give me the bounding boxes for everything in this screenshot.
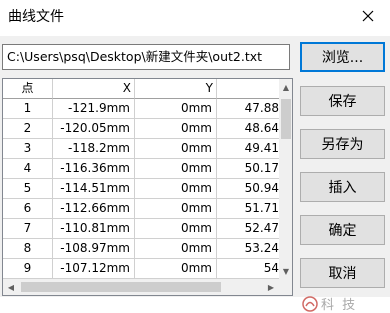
z-cell[interactable]: 50.17: [217, 159, 279, 179]
x-cell[interactable]: -107.12mm: [53, 259, 135, 279]
dialog-body: C:\Users\psq\Desktop\新建文件夹\out2.txt 浏览..…: [0, 36, 390, 313]
z-cell[interactable]: 52.47: [217, 219, 279, 239]
x-cell[interactable]: -112.66mm: [53, 199, 135, 219]
y-cell[interactable]: 0mm: [135, 179, 217, 199]
point-index-cell[interactable]: 8: [3, 239, 53, 259]
table-row[interactable]: 5 -114.51mm 0mm 50.94: [3, 179, 279, 199]
x-cell[interactable]: -116.36mm: [53, 159, 135, 179]
column-header-y[interactable]: Y: [135, 79, 217, 99]
table-row[interactable]: 3 -118.2mm 0mm 49.41: [3, 139, 279, 159]
scroll-up-icon[interactable]: ▲: [279, 79, 292, 95]
horizontal-scroll-thumb[interactable]: [21, 282, 221, 292]
grid-header: 点 X Y: [3, 79, 279, 99]
x-cell[interactable]: -121.9mm: [53, 99, 135, 119]
vertical-scrollbar[interactable]: ▲ ▼: [279, 79, 292, 279]
save-as-button[interactable]: 另存为: [300, 129, 385, 159]
scroll-right-icon[interactable]: ▶: [263, 279, 279, 295]
scroll-corner: [279, 279, 292, 295]
x-cell[interactable]: -110.81mm: [53, 219, 135, 239]
z-cell[interactable]: 54: [217, 259, 279, 279]
title-bar: 曲线文件: [0, 0, 390, 36]
ok-button[interactable]: 确定: [300, 215, 385, 245]
point-index-cell[interactable]: 9: [3, 259, 53, 279]
column-header-x[interactable]: X: [53, 79, 135, 99]
table-row[interactable]: 1 -121.9mm 0mm 47.88: [3, 99, 279, 119]
y-cell[interactable]: 0mm: [135, 119, 217, 139]
point-index-cell[interactable]: 1: [3, 99, 53, 119]
point-index-cell[interactable]: 4: [3, 159, 53, 179]
x-cell[interactable]: -118.2mm: [53, 139, 135, 159]
table-row[interactable]: 9 -107.12mm 0mm 54: [3, 259, 279, 279]
close-button[interactable]: [346, 0, 390, 32]
point-index-cell[interactable]: 3: [3, 139, 53, 159]
x-cell[interactable]: -114.51mm: [53, 179, 135, 199]
z-cell[interactable]: 47.88: [217, 99, 279, 119]
x-cell[interactable]: -108.97mm: [53, 239, 135, 259]
close-icon: [362, 10, 374, 22]
y-cell[interactable]: 0mm: [135, 139, 217, 159]
y-cell[interactable]: 0mm: [135, 99, 217, 119]
watermark-logo-icon: [302, 295, 318, 312]
file-path-field[interactable]: C:\Users\psq\Desktop\新建文件夹\out2.txt: [2, 44, 290, 70]
y-cell[interactable]: 0mm: [135, 219, 217, 239]
browse-button[interactable]: 浏览...: [300, 42, 385, 72]
x-cell[interactable]: -120.05mm: [53, 119, 135, 139]
z-cell[interactable]: 49.41: [217, 139, 279, 159]
z-cell[interactable]: 50.94: [217, 179, 279, 199]
y-cell[interactable]: 0mm: [135, 259, 217, 279]
z-cell[interactable]: 53.24: [217, 239, 279, 259]
point-index-cell[interactable]: 5: [3, 179, 53, 199]
y-cell[interactable]: 0mm: [135, 199, 217, 219]
window-title: 曲线文件: [8, 9, 64, 25]
table-row[interactable]: 4 -116.36mm 0mm 50.17: [3, 159, 279, 179]
column-header-point[interactable]: 点: [3, 79, 53, 99]
y-cell[interactable]: 0mm: [135, 239, 217, 259]
insert-button[interactable]: 插入: [300, 172, 385, 202]
table-row[interactable]: 6 -112.66mm 0mm 51.71: [3, 199, 279, 219]
points-grid[interactable]: 点 X Y 1 -121.9mm 0mm 47.88 2 -120.05mm 0mm 48.6…: [2, 78, 293, 296]
cancel-button[interactable]: 取消: [300, 258, 385, 288]
vertical-scroll-thumb[interactable]: [281, 99, 291, 139]
table-row[interactable]: 7 -110.81mm 0mm 52.47: [3, 219, 279, 239]
horizontal-scrollbar[interactable]: ◀ ▶: [3, 279, 279, 295]
z-cell[interactable]: 48.64: [217, 119, 279, 139]
scroll-left-icon[interactable]: ◀: [3, 279, 19, 295]
scroll-down-icon[interactable]: ▼: [279, 263, 292, 279]
table-row[interactable]: 2 -120.05mm 0mm 48.64: [3, 119, 279, 139]
table-row[interactable]: 8 -108.97mm 0mm 53.24: [3, 239, 279, 259]
column-header-z[interactable]: [217, 79, 279, 99]
save-button[interactable]: 保存: [300, 86, 385, 116]
point-index-cell[interactable]: 6: [3, 199, 53, 219]
point-index-cell[interactable]: 2: [3, 119, 53, 139]
point-index-cell[interactable]: 7: [3, 219, 53, 239]
y-cell[interactable]: 0mm: [135, 159, 217, 179]
z-cell[interactable]: 51.71: [217, 199, 279, 219]
